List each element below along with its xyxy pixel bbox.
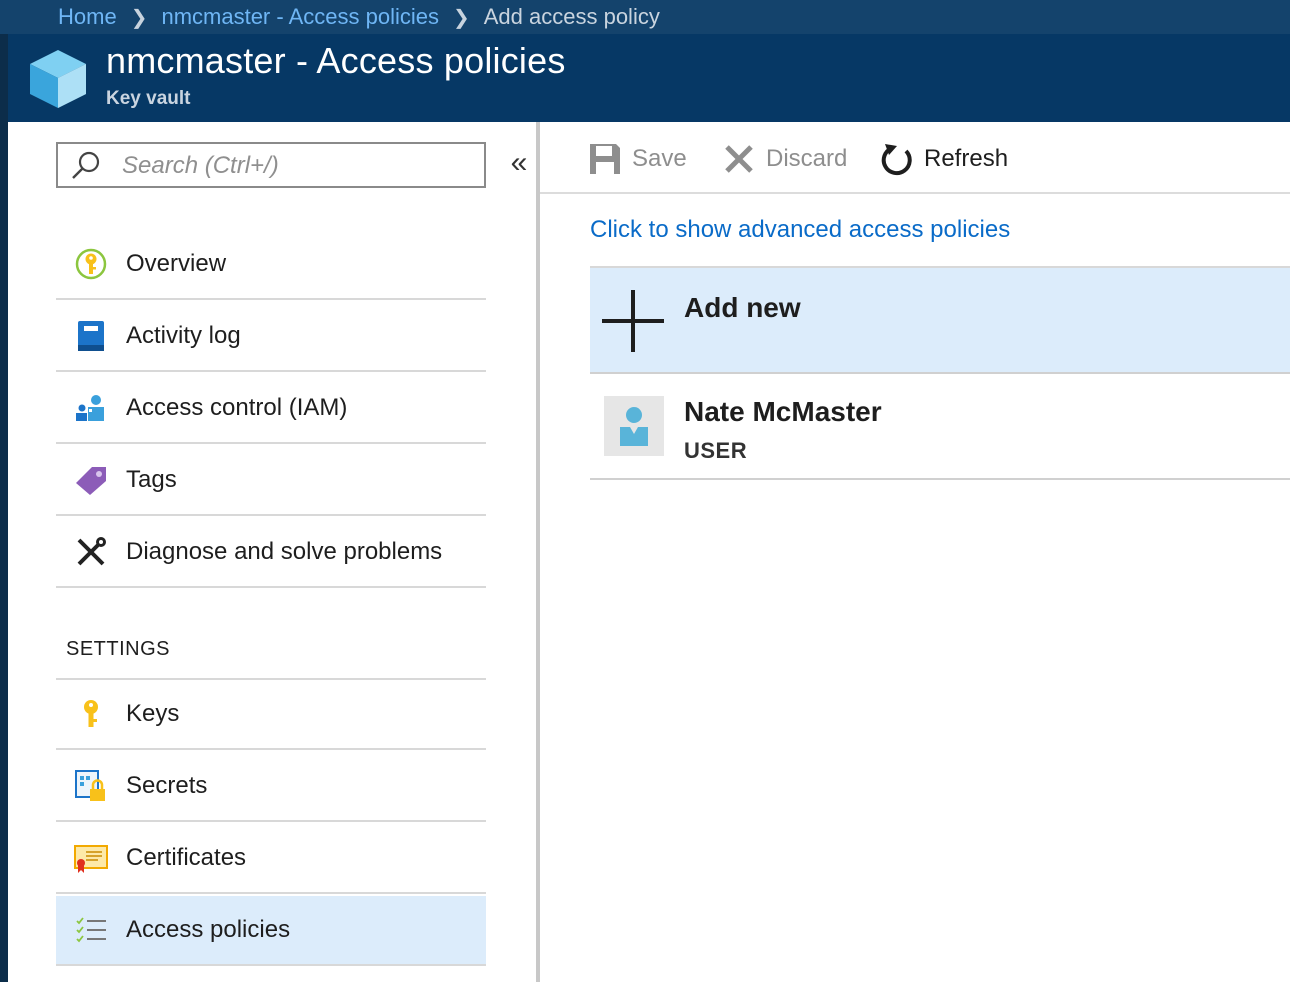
sidebar-item-overview[interactable]: Overview [56,230,486,300]
sidebar: « Overview Activity log Access control (… [8,122,538,982]
search-icon [72,151,100,179]
sidebar-item-label: Certificates [126,844,247,871]
add-new-button[interactable]: Add new [590,268,1290,374]
discard-label: Discard [766,145,848,172]
user-type-badge: USER [684,438,748,463]
policy-list: Add new Nate McMaster USER [590,266,1290,480]
iam-people-icon [76,395,104,421]
breadcrumb-home-link[interactable]: Home [58,4,117,30]
sidebar-item-label: Access policies [126,916,291,943]
chevron-right-icon: ❯ [452,6,470,29]
collapse-sidebar-button[interactable]: « [504,148,534,178]
plus-icon [602,290,664,352]
tag-icon [76,467,106,495]
activity-log-book-icon [78,321,104,351]
list-item[interactable]: Nate McMaster USER [590,374,1290,480]
save-button[interactable]: Save [588,140,687,178]
sidebar-item-label: Keys [126,700,180,727]
key-vault-cube-icon [30,50,86,108]
key-icon [84,700,98,727]
settings-header-label: SETTINGS [66,638,171,660]
refresh-label: Refresh [924,145,1009,172]
sidebar-item-access-control[interactable]: Access control (IAM) [56,374,486,444]
sidebar-item-label: Diagnose and solve problems [126,538,443,565]
secret-lock-icon [75,770,105,801]
sidebar-item-keys[interactable]: Keys [56,680,486,750]
sidebar-item-access-policies[interactable]: Access policies [56,896,486,966]
sidebar-item-label: Tags [126,466,177,493]
show-advanced-policies-link[interactable]: Click to show advanced access policies [590,216,1010,244]
breadcrumb-access-policies-link[interactable]: nmcmaster - Access policies [161,4,439,30]
main-pane: Save Discard Refresh Click to show advan… [540,122,1290,982]
sidebar-item-certificates[interactable]: Certificates [56,824,486,894]
add-new-label: Add new [684,292,801,323]
refresh-button[interactable]: Refresh [880,140,1008,178]
sidebar-item-tags[interactable]: Tags [56,446,486,516]
toolbar: Save Discard Refresh [540,122,1290,194]
overview-key-icon [75,248,107,280]
breadcrumb-current: Add access policy [483,4,660,29]
refresh-icon [881,144,912,176]
save-label: Save [632,145,687,172]
chevron-right-icon: ❯ [130,6,148,29]
page-header: nmcmaster - Access policies Key vault [0,34,1290,122]
settings-section-header: SETTINGS [56,622,486,680]
search-box[interactable] [56,142,486,188]
wrench-screwdriver-icon [77,537,106,566]
sidebar-item-activity-log[interactable]: Activity log [56,302,486,372]
avatar [604,396,664,456]
discard-x-icon [725,145,753,173]
sidebar-item-secrets[interactable]: Secrets [56,752,486,822]
sidebar-item-label: Activity log [126,322,241,349]
sidebar-item-label: Secrets [126,772,208,799]
save-icon [590,144,620,174]
page-title: nmcmaster - Access policies [106,40,566,81]
sidebar-item-diagnose[interactable]: Diagnose and solve problems [56,518,486,588]
breadcrumb: Home ❯ nmcmaster - Access policies ❯ Add… [0,0,1290,34]
certificate-icon [74,845,108,873]
user-name: Nate McMaster [684,396,882,427]
discard-button[interactable]: Discard [722,140,847,178]
page-subtitle: Key vault [106,88,191,109]
checklist-icon [76,917,106,943]
sidebar-item-label: Access control (IAM) [126,394,348,421]
search-input[interactable] [120,148,474,184]
sidebar-item-label: Overview [126,250,227,277]
frame-border [0,122,8,982]
user-icon [620,407,648,446]
